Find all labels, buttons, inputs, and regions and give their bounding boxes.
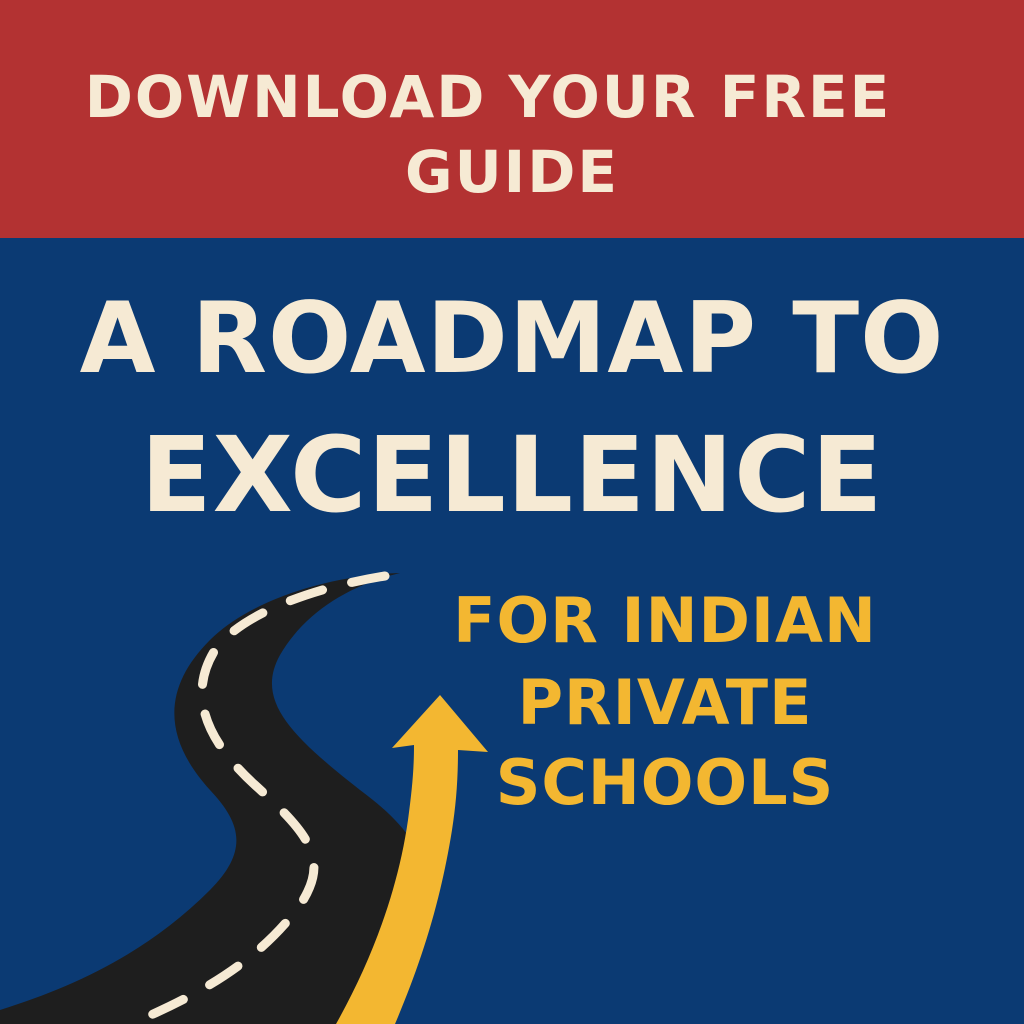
subheading-line-2: PRIVATE [517,666,813,739]
subheading-line-3: SCHOOLS [495,746,835,819]
guide-promo-poster: DOWNLOAD YOUR FREE GUIDE A ROADMAP TO EX… [0,0,1024,1024]
subheading-line-1: FOR INDIAN [453,584,877,657]
road-shape [0,573,426,1024]
road-illustration [0,571,488,1024]
